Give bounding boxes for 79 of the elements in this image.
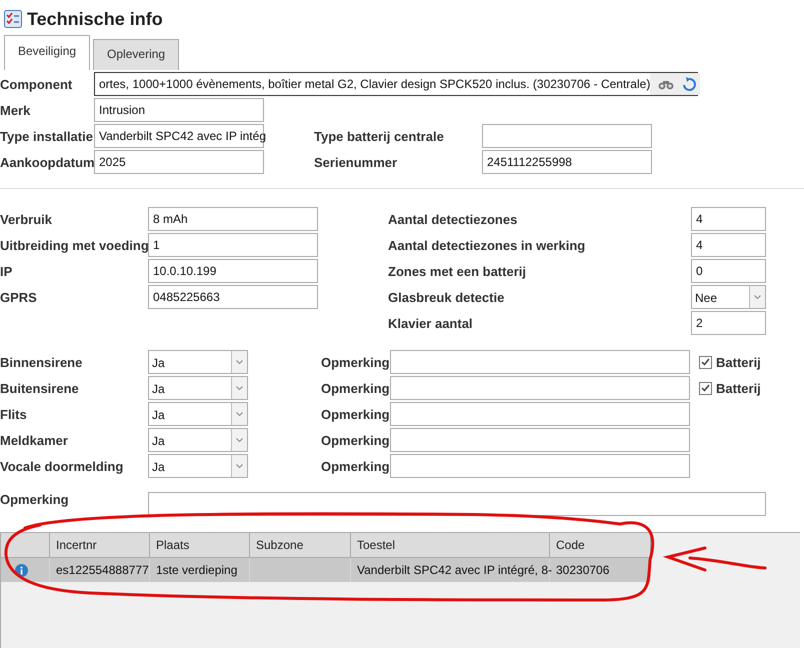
column-header[interactable]: Plaats [150,533,250,558]
field-label: Aantal detectiezones in werking [388,238,586,252]
checkbox-label: Batterij [716,380,761,396]
field-label: Aantal detectiezones [388,212,518,226]
dropdown[interactable]: Nee [691,285,766,309]
field-label: Merk [0,102,32,118]
field-label: Opmerking [0,492,70,507]
column-header[interactable]: Incertnr [50,533,150,558]
field-label: Uitbreiding met voeding [0,238,148,252]
field-label: IP [0,264,14,278]
dropdown[interactable]: Ja [148,454,248,478]
table-cell: 30230706 [550,558,651,582]
input-field[interactable]: 8 mAh [148,207,318,231]
tab[interactable]: Oplevering [93,39,180,70]
dropdown[interactable]: Ja [148,376,248,400]
window-title: Technische info [27,8,163,30]
table-cell: 1ste verdieping [150,558,250,582]
field-label: Buitensirene [0,380,80,396]
field-label: Opmerking [321,354,390,370]
caret-icon [754,295,761,299]
input-field[interactable] [390,428,690,452]
field-label: Vocale doormelding [0,458,124,474]
caret-icon [236,438,243,442]
field-label: Aankoopdatum [0,154,94,170]
input-field[interactable] [390,350,690,374]
input-field[interactable]: 0 [691,259,766,283]
field-label: Klavier aantal [388,316,474,330]
field-label: Flits [0,406,28,422]
table-row[interactable]: es122554888777 1ste verdieping Vanderbilt SPC42 avec IP intégré, 8- 30230706 [1,558,651,582]
field-label: Binnensirene [0,354,84,370]
field-label: GPRS [0,290,38,304]
field-label: Opmerking [321,432,390,448]
column-header[interactable]: Subzone [250,533,351,558]
input-field[interactable]: 2 [691,311,766,335]
binoculars-icon[interactable] [658,78,674,90]
input-field[interactable]: 2451112255998 [482,150,652,174]
field-label: Type batterij centrale [314,128,445,144]
input-field[interactable]: 1 [148,233,318,257]
info-icon [15,564,28,576]
caret-icon [236,386,243,390]
field-label: Verbruik [0,212,54,226]
input-field[interactable]: Intrusion [94,98,264,122]
caret-icon [236,360,243,364]
dropdown[interactable]: Ja [148,428,248,452]
field-label: Meldkamer [0,432,69,448]
input-field[interactable]: 10.0.10.199 [148,259,318,283]
checkbox[interactable] [699,382,712,394]
field-label: Opmerking [321,380,390,396]
input-field[interactable]: Vanderbilt SPC42 avec IP intég [94,124,264,148]
input-field[interactable] [390,402,690,426]
field-label: Type installatie [0,128,94,144]
input-field[interactable]: ortes, 1000+1000 évènements, boîtier metal G2, Clavier design SPCK520 inclus. (30230706 - Centrale) [94,72,698,96]
input-field[interactable] [390,454,690,478]
field-label: Opmerking [321,406,390,422]
input-field[interactable] [148,492,766,516]
input-field[interactable]: 4 [691,207,766,231]
refresh-icon[interactable] [682,76,696,92]
field-label: Zones met een batterij [388,264,527,278]
input-field[interactable]: 4 [691,233,766,257]
caret-icon [236,464,243,468]
field-label: Opmerking [321,458,390,474]
column-header[interactable]: Code [550,533,651,558]
table-cell: Vanderbilt SPC42 avec IP intégré, 8- [351,558,550,582]
input-field[interactable] [482,124,652,148]
input-field[interactable]: 0485225663 [148,285,318,309]
field-label: Serienummer [314,154,398,170]
dropdown[interactable]: Ja [148,402,248,426]
column-header[interactable]: Toestel [351,533,550,558]
checklist-icon [4,10,22,28]
dropdown[interactable]: Ja [148,350,248,374]
tab[interactable]: Beveiliging [4,35,90,70]
input-field[interactable]: 2025 [94,150,264,174]
checkbox[interactable] [699,356,712,368]
table-cell: es122554888777 [50,558,150,582]
checkbox-label: Batterij [716,354,761,370]
field-label: Component [0,76,74,92]
caret-icon [236,412,243,416]
input-field[interactable] [390,376,690,400]
field-label: Glasbreuk detectie [388,290,506,304]
